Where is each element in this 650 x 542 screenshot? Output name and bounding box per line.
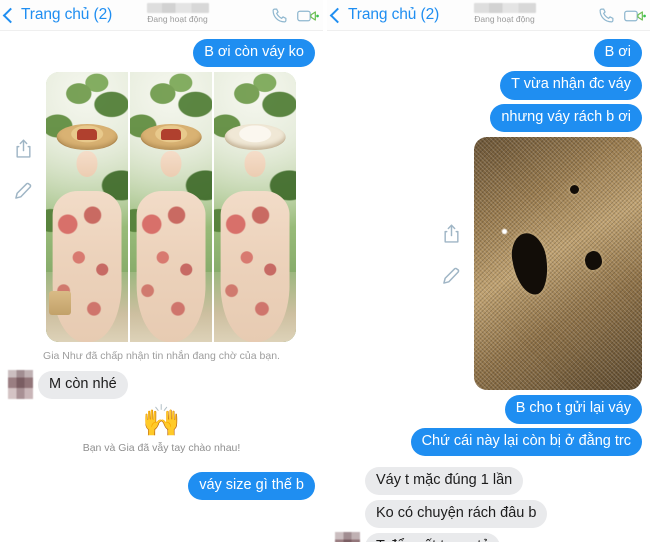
back-button[interactable]: Trang chủ (2): [0, 6, 112, 24]
message-bubble-incoming[interactable]: Váy t mặc đúng 1 lần: [365, 466, 524, 495]
phone-icon[interactable]: [598, 7, 615, 24]
message-row: T vừa nhận đc váy: [327, 69, 650, 101]
phone-icon[interactable]: [271, 7, 288, 24]
system-note: Gia Như đã chấp nhận tin nhắn đang chờ c…: [43, 350, 280, 363]
torn-fabric-photo[interactable]: [474, 137, 642, 391]
message-bubble-outgoing[interactable]: Chứ cái này lại còn bị ở đằng trc: [410, 427, 642, 456]
message-bubble-outgoing[interactable]: B ơi còn váy ko: [193, 39, 315, 68]
photo-frame-1: [46, 72, 128, 343]
message-thread[interactable]: B ơi còn váy ko Gia Như đã chấp nhận tin…: [0, 31, 323, 542]
media-tools: [0, 72, 46, 206]
message-row: T để suốt trong tủ: [327, 530, 650, 542]
message-thread[interactable]: B ơi T vừa nhận đc váy nhưng váy rách b …: [327, 31, 650, 542]
chevron-left-icon: [329, 7, 346, 23]
pencil-edit-icon[interactable]: [441, 266, 461, 291]
photo-message-row: [327, 134, 650, 393]
photo-message-row: [0, 69, 323, 345]
header-actions: [598, 0, 646, 31]
avatar-spacer: [335, 466, 360, 495]
dress-collage-photo[interactable]: [46, 72, 296, 343]
peer-info: Đang hoạt động: [447, 2, 562, 24]
message-bubble-outgoing[interactable]: nhưng váy rách b ơi: [490, 103, 642, 133]
fabric-hole: [584, 251, 602, 271]
peer-info: Đang hoạt động: [120, 2, 235, 24]
share-icon[interactable]: [14, 138, 33, 165]
avatar: [8, 370, 33, 400]
fabric-hole: [569, 185, 579, 195]
conversation-panel-left: Trang chủ (2) Đang hoạt động B ơi còn vá…: [0, 0, 325, 542]
message-row: B ơi: [327, 37, 650, 69]
message-row: váy size gì thế b: [0, 470, 323, 502]
chevron-left-icon: [2, 7, 19, 23]
video-camera-icon[interactable]: [297, 8, 319, 24]
raising-hands-icon: 🙌: [142, 403, 181, 439]
message-row: M còn nhé: [0, 368, 323, 401]
wave-event: 🙌 Bạn và Gia đã vẫy tay chào nhau!: [0, 401, 323, 456]
message-row: B ơi còn váy ko: [0, 37, 323, 69]
back-button[interactable]: Trang chủ (2): [327, 6, 439, 24]
peer-status: Đang hoạt động: [474, 14, 535, 24]
wave-event-text: Bạn và Gia đã vẫy tay chào nhau!: [82, 442, 241, 455]
peer-name-censored: [146, 3, 209, 13]
message-bubble-outgoing[interactable]: B cho t gửi lại váy: [504, 395, 642, 424]
fabric-hole: [508, 231, 551, 298]
chat-header: Trang chủ (2) Đang hoạt động: [327, 0, 650, 31]
photo-frame-3: [214, 72, 296, 343]
message-row: Chứ cái này lại còn bị ở đằng trc: [327, 426, 650, 458]
message-row: Ko có chuyện rách đâu b: [327, 497, 650, 530]
message-bubble-outgoing[interactable]: váy size gì thế b: [188, 472, 315, 501]
peer-name-censored: [473, 3, 536, 13]
light-glint: [500, 228, 508, 236]
peer-status: Đang hoạt động: [147, 14, 208, 24]
media-tools: [428, 137, 474, 291]
message-row: nhưng váy rách b ơi: [327, 102, 650, 134]
message-bubble-incoming[interactable]: T để suốt trong tủ: [365, 532, 501, 542]
back-label: Trang chủ (2): [348, 6, 440, 23]
back-label: Trang chủ (2): [21, 6, 113, 23]
message-bubble-incoming[interactable]: Ko có chuyện rách đâu b: [365, 499, 548, 528]
message-row: B cho t gửi lại váy: [327, 393, 650, 425]
share-icon[interactable]: [442, 223, 461, 250]
chat-header: Trang chủ (2) Đang hoạt động: [0, 0, 323, 31]
conversation-panel-right: Trang chủ (2) Đang hoạt động B ơi T vừa …: [325, 0, 650, 542]
message-row: Váy t mặc đúng 1 lần: [327, 464, 650, 497]
avatar-spacer: [335, 499, 360, 528]
message-bubble-incoming[interactable]: M còn nhé: [38, 370, 128, 400]
message-bubble-outgoing[interactable]: B ơi: [593, 39, 642, 68]
avatar: [335, 531, 360, 542]
message-bubble-outgoing[interactable]: T vừa nhận đc váy: [500, 71, 642, 100]
photo-frame-2: [130, 72, 212, 343]
pencil-edit-icon[interactable]: [13, 181, 33, 206]
video-camera-icon[interactable]: [624, 8, 646, 24]
header-actions: [271, 0, 319, 31]
